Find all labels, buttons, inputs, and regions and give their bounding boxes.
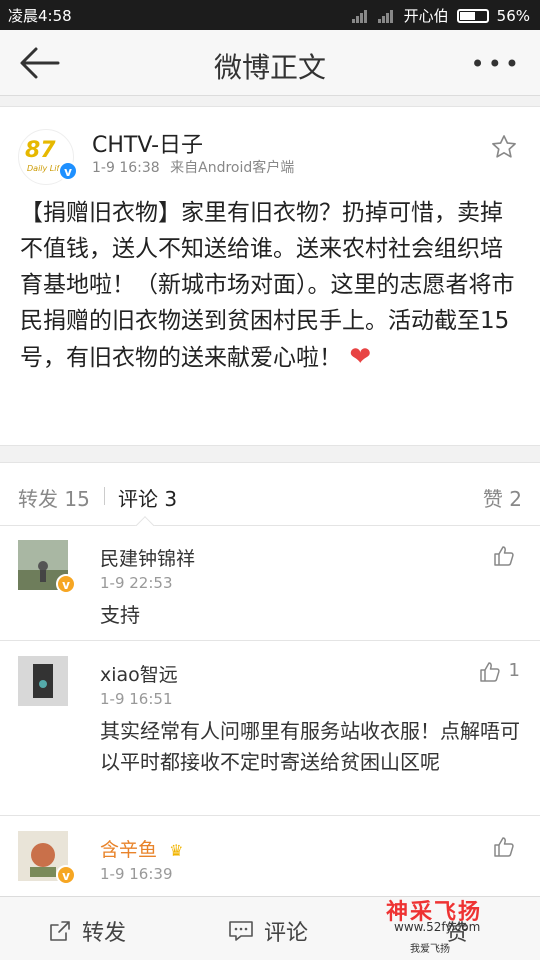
comment-label: 评论: [264, 921, 309, 946]
comment-text: 支持: [100, 603, 140, 627]
tab-comment[interactable]: 评论 3: [118, 483, 177, 512]
avatar-logo: 87: [25, 138, 56, 163]
crown-icon: ♛: [169, 841, 184, 860]
signal-icon-2: [377, 9, 396, 23]
comment-item: xiao智远 1-9 16:51 其实经常有人问哪里有服务站收衣服！点解唔可以平…: [0, 642, 540, 816]
verified-gold-icon: v: [56, 865, 76, 885]
comment-item: v 含辛鱼 ♛ 1-9 16:39: [0, 817, 540, 896]
verified-gold-icon: v: [56, 574, 76, 594]
watermark-line2: www.52fy.com: [394, 920, 481, 934]
comment-icon: [229, 921, 253, 941]
status-bar: 凌晨4:58 开心伯 56%: [0, 0, 540, 30]
post-meta: 1-9 16:38 来自Android客户端: [92, 157, 294, 177]
status-time: 凌晨4:58: [8, 7, 72, 25]
comment-time: 1-9 22:53: [100, 574, 173, 592]
like-thumb-icon[interactable]: [492, 835, 516, 859]
signal-icon: [351, 9, 370, 23]
commenter-name[interactable]: xiao智远: [100, 660, 178, 687]
battery-percent: 56%: [496, 6, 530, 25]
post-text: 【捐赠旧衣物】家里有旧衣物？扔掉可惜，卖掉不值钱，送人不知送给谁。送来农村社会组…: [20, 200, 515, 371]
battery-icon: [456, 8, 489, 23]
repost-button[interactable]: 转发: [48, 915, 126, 947]
nav-bar: 微博正文 •••: [0, 30, 540, 96]
comment-item: v 民建钟锦祥 1-9 22:53 支持: [0, 526, 540, 641]
site-watermark: 神采飞扬 www.52fy.com 我爱飞扬: [380, 894, 500, 958]
more-dots-icon[interactable]: •••: [471, 50, 522, 78]
post-source: 来自Android客户端: [170, 160, 295, 176]
commenter-avatar[interactable]: [18, 656, 68, 706]
comment-button[interactable]: 评论: [228, 915, 308, 947]
carrier-name: 开心伯: [403, 7, 449, 25]
repost-icon: [50, 921, 70, 941]
repost-label: 转发: [82, 921, 127, 946]
tab-divider: [104, 487, 105, 505]
comment-text: 其实经常有人问哪里有服务站收衣服！点解唔可以平时都接收不定时寄送给贫困山区呢: [100, 719, 520, 774]
post-content: 【捐赠旧衣物】家里有旧衣物？扔掉可惜，卖掉不值钱，送人不知送给谁。送来农村社会组…: [20, 195, 520, 376]
comment-time: 1-9 16:51: [100, 690, 173, 708]
status-right: 开心伯 56%: [351, 5, 530, 26]
like-thumb-icon[interactable]: [492, 544, 516, 568]
interaction-tabs: 转发 15 评论 3 赞 2: [0, 462, 540, 536]
comment-time: 1-9 16:39: [100, 865, 173, 883]
verified-blue-icon: v: [58, 161, 78, 181]
commenter-name[interactable]: 含辛鱼 ♛: [100, 835, 183, 862]
tab-like[interactable]: 赞 2: [483, 483, 522, 512]
commenter-name[interactable]: 民建钟锦祥: [100, 544, 195, 571]
like-thumb-icon[interactable]: [478, 660, 502, 684]
favorite-star-icon[interactable]: [490, 133, 518, 161]
author-name[interactable]: CHTV-日子: [92, 127, 203, 159]
post-time: 1-9 16:38: [92, 160, 160, 176]
heart-emoji-icon: ❤: [349, 342, 372, 372]
commenter-name-text: 含辛鱼: [100, 839, 158, 861]
weibo-post: 87 Daily Life v CHTV-日子 1-9 16:38 来自Andr…: [0, 106, 540, 446]
page-title: 微博正文: [213, 51, 326, 84]
comment-list: v 民建钟锦祥 1-9 22:53 支持 xiao智远 1-9 16:51 其实…: [0, 526, 540, 896]
watermark-line3: 我爱飞扬: [410, 944, 450, 955]
comment-like-count: 1: [508, 660, 520, 681]
tab-repost[interactable]: 转发 15: [18, 483, 90, 512]
